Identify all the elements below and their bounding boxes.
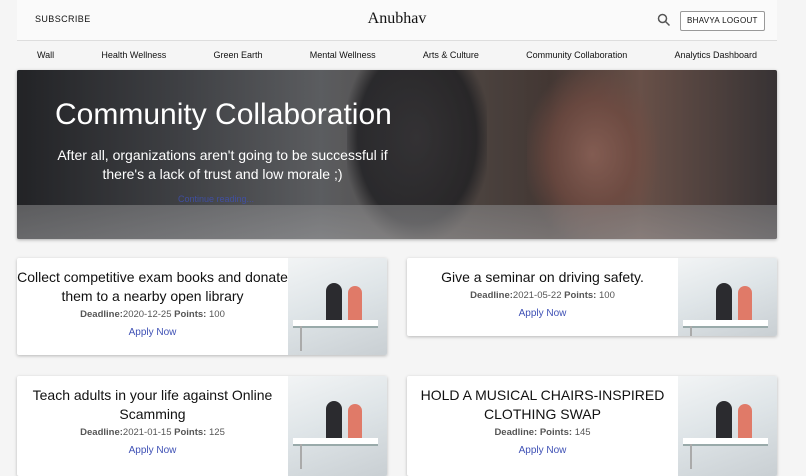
search-icon[interactable] — [657, 13, 671, 27]
deadline-label: Deadline: — [80, 427, 123, 438]
deadline-value: 2021-05-22 — [512, 290, 562, 301]
deadline-label: Deadline: — [494, 427, 538, 438]
deadline-value: 2020-12-25 — [122, 309, 172, 320]
task-image — [288, 376, 387, 476]
nav-item-mental-wellness[interactable]: Mental Wellness — [310, 50, 376, 60]
task-title: Give a seminar on driving safety. — [441, 269, 644, 285]
task-meta: Deadline:2020-12-25 Points: 100 — [17, 309, 288, 320]
task-card: HOLD A MUSICAL CHAIRS-INSPIRED CLOTHING … — [407, 376, 777, 476]
task-title: HOLD A MUSICAL CHAIRS-INSPIRED CLOTHING … — [420, 387, 665, 422]
task-card-body: Give a seminar on driving safety. Deadli… — [407, 258, 678, 321]
task-meta: Deadline: Points: 145 — [407, 427, 678, 438]
task-card: Teach adults in your life against Online… — [17, 376, 387, 476]
hero-title: Community Collaboration — [55, 98, 392, 131]
points-value: 100 — [599, 290, 615, 301]
task-meta: Deadline:2021-01-15 Points: 125 — [17, 427, 288, 438]
points-label: Points: — [564, 290, 597, 301]
deadline-label: Deadline: — [470, 290, 513, 301]
task-card: Collect competitive exam books and donat… — [17, 258, 387, 355]
task-image — [678, 258, 777, 336]
task-card-body: HOLD A MUSICAL CHAIRS-INSPIRED CLOTHING … — [407, 376, 678, 458]
task-title: Teach adults in your life against Online… — [32, 387, 273, 422]
deadline-value: 2021-01-15 — [122, 427, 172, 438]
continue-reading-link[interactable]: Continue reading... — [178, 194, 254, 204]
top-bar: SUBSCRIBE Anubhav BHAVYA LOGOUT — [17, 0, 777, 41]
task-title: Collect competitive exam books and donat… — [17, 269, 288, 304]
nav-item-analytics-dashboard[interactable]: Analytics Dashboard — [674, 50, 757, 60]
nav-item-wall[interactable]: Wall — [37, 50, 54, 60]
points-label: Points: — [174, 309, 207, 320]
points-label: Points: — [539, 427, 573, 438]
nav-item-arts-culture[interactable]: Arts & Culture — [423, 50, 479, 60]
points-value: 145 — [574, 427, 591, 438]
points-label: Points: — [174, 427, 207, 438]
apply-now-button[interactable]: Apply Now — [129, 327, 177, 338]
nav-item-health-wellness[interactable]: Health Wellness — [101, 50, 166, 60]
points-value: 125 — [209, 427, 225, 438]
logout-button[interactable]: BHAVYA LOGOUT — [680, 11, 765, 31]
apply-now-button[interactable]: Apply Now — [519, 308, 567, 319]
apply-now-button[interactable]: Apply Now — [519, 445, 567, 456]
task-card-body: Teach adults in your life against Online… — [17, 376, 288, 458]
points-value: 100 — [209, 309, 225, 320]
nav-item-green-earth[interactable]: Green Earth — [214, 50, 263, 60]
task-meta: Deadline:2021-05-22 Points: 100 — [407, 290, 678, 301]
category-nav: Wall Health Wellness Green Earth Mental … — [17, 41, 777, 68]
hero-subtitle: After all, organizations aren't going to… — [57, 147, 388, 182]
nav-item-community-collaboration[interactable]: Community Collaboration — [526, 50, 627, 60]
task-image — [288, 258, 387, 355]
deadline-label: Deadline: — [80, 309, 123, 320]
apply-now-button[interactable]: Apply Now — [129, 445, 177, 456]
hero-banner: Community Collaboration After all, organ… — [17, 70, 777, 239]
task-card: Give a seminar on driving safety. Deadli… — [407, 258, 777, 336]
task-image — [678, 376, 777, 476]
task-card-body: Collect competitive exam books and donat… — [17, 258, 288, 340]
